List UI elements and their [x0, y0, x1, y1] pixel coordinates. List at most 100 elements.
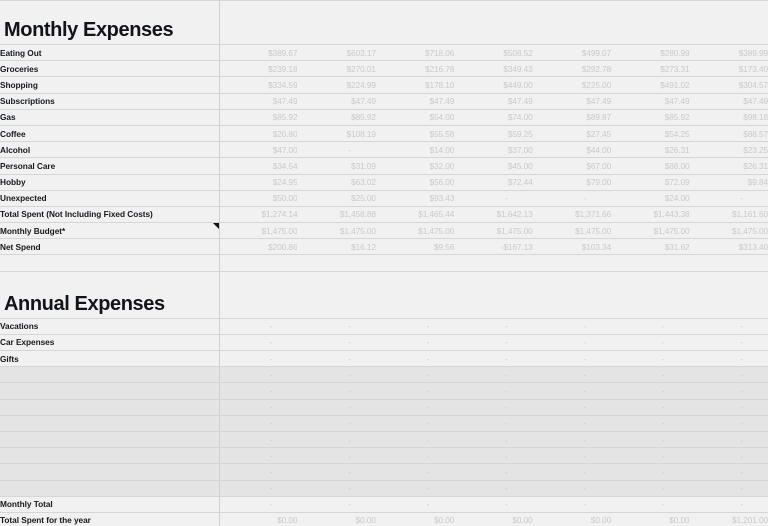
table-row[interactable]: Car Expenses - - - - - - -: [0, 334, 768, 352]
cell-hobby-c7[interactable]: $9.84: [689, 174, 768, 191]
row-label-blank-9[interactable]: [0, 463, 220, 481]
cell-net-spend-c2[interactable]: $16.12: [297, 238, 376, 256]
cell-groceries-c4[interactable]: $349.43: [454, 60, 533, 78]
cell-car-expenses-c5[interactable]: -: [532, 334, 612, 352]
cell-groceries-c2[interactable]: $270.01: [297, 60, 376, 78]
cell-monthly-budget-c6[interactable]: $1,475.00: [611, 222, 690, 240]
cell-monthly-budget-c2[interactable]: $1,475.00: [297, 222, 376, 240]
table-row[interactable]: Shopping $334.59 $224.99 $178.10 $449.00 $225…: [0, 76, 768, 94]
cell-car-expenses-c2[interactable]: -: [297, 334, 376, 352]
cell-total-spent-not-including-fixed-costs-c3[interactable]: $1,465.44: [375, 206, 455, 224]
cell-monthly-total-c4[interactable]: -: [454, 496, 533, 513]
row-label-unexpected[interactable]: Unexpected: [0, 190, 220, 207]
cell-blank-5-c3[interactable]: -: [375, 399, 455, 416]
cell-blank-4-c1[interactable]: -: [219, 382, 298, 400]
table-row[interactable]: Eating Out $389.67 $603.17 $718.06 $508.52 $4…: [0, 44, 768, 62]
cell-monthly-budget-c3[interactable]: $1,475.00: [375, 222, 455, 240]
cell-hobby-c6[interactable]: $72.09: [611, 174, 690, 191]
cell-monthly-budget-c7[interactable]: $1,475.00: [689, 222, 768, 240]
cell-blank-4-c5[interactable]: -: [532, 382, 612, 400]
cell-subscriptions-c5[interactable]: $47.49: [532, 93, 612, 110]
table-row[interactable]: Alcohol $47.00- $14.00 $37.00 $44.00 $26.31 $2…: [0, 141, 768, 159]
section-title-filler-c2[interactable]: [297, 0, 376, 45]
cell-coffee-c4[interactable]: $59.25: [454, 125, 533, 143]
cell-unexpected-c3[interactable]: $93.43: [375, 190, 455, 207]
cell-blank-8-c4[interactable]: -: [454, 447, 533, 465]
cell-blank-7-c7[interactable]: -: [689, 431, 768, 449]
row-label-gifts[interactable]: Gifts: [0, 350, 220, 368]
cell-net-spend-c6[interactable]: $31.62: [611, 238, 690, 256]
cell-blank-6-c5[interactable]: -: [532, 415, 612, 432]
cell-blank-3-c5[interactable]: -: [532, 366, 612, 384]
cell-monthly-budget-c1[interactable]: $1,475.00: [219, 222, 298, 240]
cell-coffee-c5[interactable]: $27.45: [532, 125, 612, 143]
row-label-blank-4[interactable]: [0, 382, 220, 400]
cell-subscriptions-c3[interactable]: $47.49: [375, 93, 455, 110]
row-label-subscriptions[interactable]: Subscriptions: [0, 93, 220, 110]
table-row[interactable]: Coffee $20.80 $108.19 $55.58 $59.25 $27.45 $54…: [0, 125, 768, 143]
section-title-filler-c1[interactable]: [219, 0, 298, 45]
cell-shopping-c6[interactable]: $491.02: [611, 76, 690, 94]
row-label-blank-5[interactable]: [0, 399, 220, 416]
cell-net-spend-c7[interactable]: $313.40: [689, 238, 768, 256]
spreadsheet-grid[interactable]: Monthly Expenses Eating Out $389.67 $603.17…: [0, 0, 768, 526]
cell-gas-c1[interactable]: $85.92: [219, 109, 298, 126]
table-row[interactable]: -------: [0, 382, 768, 400]
section-title-filler-c4[interactable]: [454, 0, 533, 45]
cell-blank-3-c4[interactable]: -: [454, 366, 533, 384]
cell-subscriptions-c6[interactable]: $47.49: [611, 93, 690, 110]
cell-unexpected-c4[interactable]: -: [454, 190, 533, 207]
table-row[interactable]: Total Spent (Not Including Fixed Costs) $…: [0, 206, 768, 224]
cell-vacations-c6[interactable]: -: [611, 318, 690, 335]
section-title-filler-c4[interactable]: [454, 271, 533, 319]
cell-coffee-c1[interactable]: $20.80: [219, 125, 298, 143]
cell-blank-9-c1[interactable]: -: [219, 463, 298, 481]
row-label-coffee[interactable]: Coffee: [0, 125, 220, 143]
cell-personal-care-c2[interactable]: $31.09: [297, 157, 376, 175]
cell-subscriptions-c1[interactable]: $47.49: [219, 93, 298, 110]
cell-blank-3-c2[interactable]: -: [297, 366, 376, 384]
cell-blank-8-c5[interactable]: -: [532, 447, 612, 465]
cell-blank-3-c7[interactable]: -: [689, 366, 768, 384]
cell-gifts-c5[interactable]: -: [532, 350, 612, 368]
cell-shopping-c4[interactable]: $449.00: [454, 76, 533, 94]
cell-total-spent-not-including-fixed-costs-c2[interactable]: $1,458.88: [297, 206, 376, 224]
cell-total-spent-not-including-fixed-costs-c5[interactable]: $1,371.66: [532, 206, 612, 224]
cell-blank-4-c3[interactable]: -: [375, 382, 455, 400]
cell-alcohol-c5[interactable]: $44.00: [532, 141, 612, 159]
cell-personal-care-c1[interactable]: $34.54: [219, 157, 298, 175]
row-label-net-spend[interactable]: Net Spend: [0, 238, 220, 256]
table-row[interactable]: -------: [0, 415, 768, 432]
cell-blank-5-c4[interactable]: -: [454, 399, 533, 416]
cell-blank-3-c6[interactable]: -: [611, 366, 690, 384]
cell-total-spent-for-the-year-c7[interactable]: $1,201.00: [689, 512, 768, 526]
row-label-total-spent-for-the-year[interactable]: Total Spent for the year: [0, 512, 220, 526]
cell-blank-8-c3[interactable]: -: [375, 447, 455, 465]
table-row[interactable]: Personal Care $34.54 $31.09 $32.00 $45.00 $67…: [0, 157, 768, 175]
table-row[interactable]: -------: [0, 431, 768, 449]
cell-blank-9-c5[interactable]: -: [532, 463, 612, 481]
cell-gifts-c2[interactable]: -: [297, 350, 376, 368]
cell-gas-c5[interactable]: $89.87: [532, 109, 612, 126]
cell-blank-6-c2[interactable]: -: [297, 415, 376, 432]
grid-body[interactable]: Monthly Expenses Eating Out $389.67 $603.17…: [0, 0, 768, 526]
row-label-gas[interactable]: Gas: [0, 109, 220, 126]
cell-eating-out-c6[interactable]: $280.99: [611, 44, 690, 62]
row-label-groceries[interactable]: Groceries: [0, 60, 220, 78]
row-label-monthly-budget[interactable]: Monthly Budget*: [0, 222, 220, 240]
cell-blank-10-c2[interactable]: -: [297, 480, 376, 497]
cell-unexpected-c2[interactable]: $25.00: [297, 190, 376, 207]
cell-blank-4-c7[interactable]: -: [689, 382, 768, 400]
cell-gifts-c4[interactable]: -: [454, 350, 533, 368]
cell-gas-c2[interactable]: $85.92: [297, 109, 376, 126]
table-row[interactable]: Vacations - - - - - - -: [0, 318, 768, 335]
cell-alcohol-c6[interactable]: $26.31: [611, 141, 690, 159]
spacer-cell[interactable]: [375, 254, 455, 272]
section-title-filler-c3[interactable]: [375, 0, 455, 45]
cell-blank-5-c7[interactable]: -: [689, 399, 768, 416]
cell-car-expenses-c7[interactable]: -: [689, 334, 768, 352]
spacer-cell[interactable]: [219, 254, 298, 272]
cell-total-spent-for-the-year-c5[interactable]: $0.00: [532, 512, 612, 526]
cell-blank-7-c3[interactable]: -: [375, 431, 455, 449]
cell-blank-8-c7[interactable]: -: [689, 447, 768, 465]
